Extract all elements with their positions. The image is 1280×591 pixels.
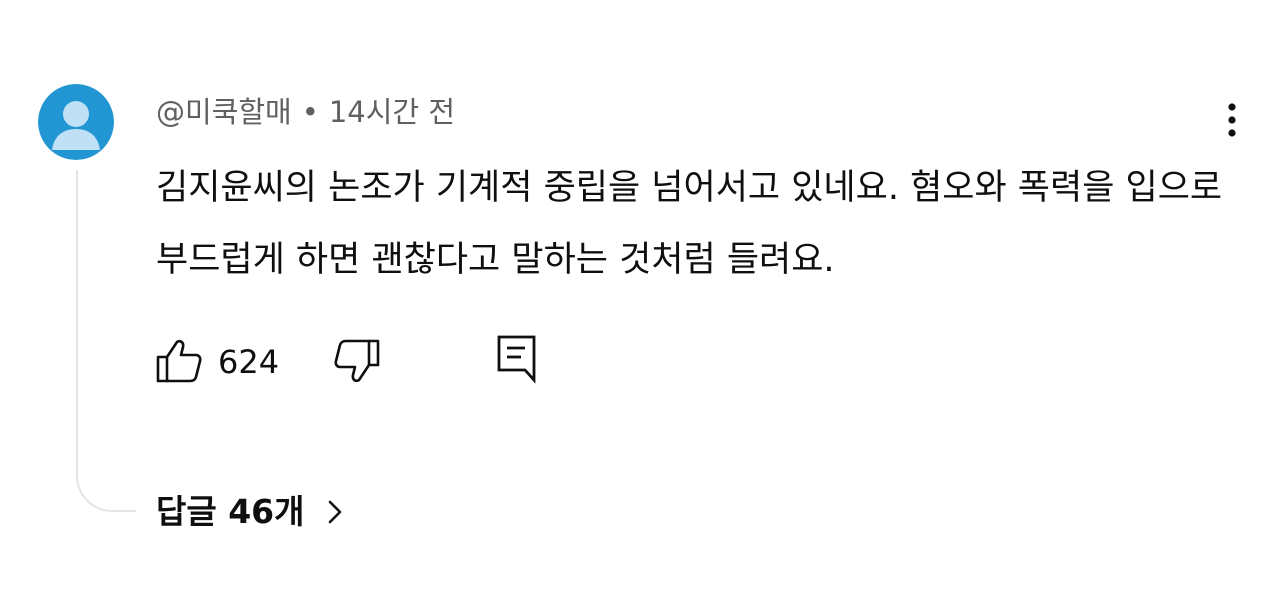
default-user-avatar-icon bbox=[38, 84, 114, 160]
dislike-button[interactable] bbox=[332, 336, 382, 386]
thumbs-down-icon bbox=[334, 339, 380, 383]
comment-timestamp[interactable]: 14시간 전 bbox=[329, 95, 455, 129]
reply-button[interactable] bbox=[492, 332, 542, 386]
reply-comment-icon bbox=[497, 335, 536, 384]
like-count: 624 bbox=[218, 343, 280, 381]
more-vertical-icon bbox=[1228, 103, 1236, 137]
comment-author[interactable]: @미쿡할매 bbox=[156, 95, 292, 129]
meta-separator: • bbox=[301, 95, 319, 129]
chevron-right-icon bbox=[328, 500, 341, 524]
thumbs-up-icon bbox=[156, 339, 202, 383]
like-button[interactable] bbox=[154, 336, 204, 386]
comment-meta: @미쿡할매 • 14시간 전 bbox=[156, 92, 455, 132]
thread-connector-line bbox=[76, 170, 136, 512]
comment-text: 김지윤씨의 논조가 기계적 중립을 넘어서고 있네요. 혐오와 폭력을 입으로 … bbox=[156, 168, 1223, 280]
replies-count-label: 답글 46개 bbox=[156, 492, 305, 531]
more-options-button[interactable] bbox=[1212, 96, 1252, 144]
avatar[interactable] bbox=[38, 84, 114, 160]
view-replies-button[interactable]: 답글 46개 bbox=[156, 488, 345, 536]
